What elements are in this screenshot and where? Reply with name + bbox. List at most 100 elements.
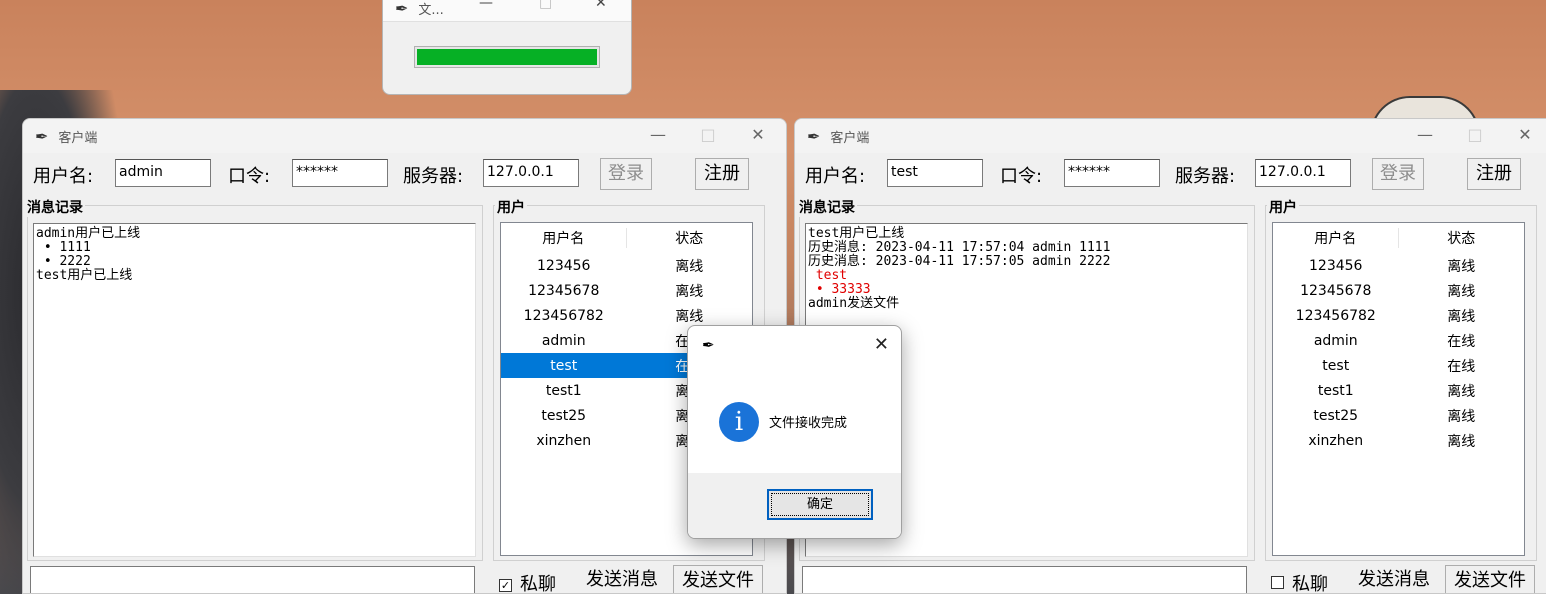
window-title: 客户端: [830, 130, 870, 146]
user-table[interactable]: 用户名状态 123456 离线 12345678 离线 123456782 离线 admin 在…: [1272, 222, 1525, 556]
column-header-name[interactable]: 用户名: [1273, 228, 1399, 248]
table-row[interactable]: 12345678 离线: [1273, 278, 1524, 303]
maximize-icon[interactable]: □: [539, 0, 552, 11]
client-window-test: ✒ 客户端 — □ ✕ 用户名: test 口令: ****** 服务器: 12…: [794, 118, 1546, 594]
server-field[interactable]: 127.0.0.1: [483, 159, 579, 187]
message-line: 历史消息: 2023-04-11 17:57:05 admin 2222: [808, 254, 1111, 269]
feather-icon: ✒: [35, 126, 49, 146]
server-label: 服务器:: [1175, 166, 1236, 187]
message-line: • 33333: [808, 282, 871, 297]
username-field[interactable]: admin: [115, 159, 211, 187]
table-row[interactable]: test 在线: [1273, 353, 1524, 378]
column-header-status[interactable]: 状态: [627, 228, 753, 248]
message-log[interactable]: admin用户已上线 • 1111 • 2222 test用户已上线: [33, 223, 476, 557]
table-row[interactable]: admin 在线: [1273, 328, 1524, 353]
server-field[interactable]: 127.0.0.1: [1255, 159, 1351, 187]
client-window-admin: ✒ 客户端 — □ ✕ 用户名: admin 口令: ****** 服务器: 1…: [22, 118, 787, 594]
user-name-cell: test25: [1313, 407, 1359, 424]
dialog-message: 文件接收完成: [769, 416, 848, 431]
message-input[interactable]: [802, 566, 1247, 593]
user-name-cell: test1: [1317, 382, 1354, 399]
password-label: 口令:: [1000, 166, 1043, 187]
user-status-cell: 离线: [1447, 258, 1476, 275]
user-status-cell: 离线: [675, 258, 704, 275]
message-line: • 1111: [36, 240, 91, 255]
table-row[interactable]: 123456 离线: [1273, 253, 1524, 278]
send-file-button[interactable]: 发送文件: [673, 565, 763, 593]
column-header-name[interactable]: 用户名: [501, 228, 627, 248]
message-group-label: 消息记录: [797, 197, 857, 217]
send-file-button[interactable]: 发送文件: [1445, 565, 1535, 593]
progress-fill: [417, 49, 597, 65]
user-group-label: 用户: [1267, 197, 1299, 217]
username-label: 用户名:: [805, 166, 866, 187]
minimize-icon[interactable]: —: [638, 125, 678, 144]
minimize-icon[interactable]: —: [479, 0, 493, 11]
register-button[interactable]: 注册: [695, 158, 749, 190]
user-name-cell: test: [550, 357, 578, 374]
progress-title: 文...: [418, 2, 444, 18]
message-line: • 2222: [36, 254, 91, 269]
checkbox-icon: [1271, 576, 1284, 589]
ok-button[interactable]: 确定: [767, 489, 873, 520]
feather-icon: ✒: [702, 336, 715, 354]
table-row[interactable]: 123456782 离线: [1273, 303, 1524, 328]
close-icon[interactable]: ✕: [1505, 125, 1545, 144]
user-group-label: 用户: [495, 197, 527, 217]
password-field[interactable]: ******: [1064, 159, 1160, 187]
login-row: 用户名: admin 口令: ****** 服务器: 127.0.0.1 登录 …: [23, 158, 786, 190]
user-name-cell: 123456782: [1295, 307, 1376, 324]
login-button[interactable]: 登录: [1372, 158, 1424, 190]
user-status-cell: 离线: [1447, 308, 1476, 325]
table-row[interactable]: xinzhen 离线: [1273, 428, 1524, 453]
server-label: 服务器:: [403, 166, 464, 187]
dialog-footer: 确定: [688, 473, 901, 538]
feather-icon: ✒: [395, 0, 409, 18]
user-name-cell: test25: [541, 407, 587, 424]
info-icon: i: [719, 402, 759, 442]
progress-window: ✒ 文... — □ ✕: [382, 0, 632, 95]
user-status-cell: 离线: [1447, 408, 1476, 425]
table-row[interactable]: test25 离线: [1273, 403, 1524, 428]
table-header: 用户名 状态: [1273, 223, 1524, 253]
progress-titlebar: ✒ 文... — □ ✕: [383, 0, 631, 22]
username-field[interactable]: test: [887, 159, 983, 187]
register-button[interactable]: 注册: [1467, 158, 1521, 190]
info-dialog: ✒ ✕ i 文件接收完成 确定: [687, 325, 902, 539]
user-name-cell: 123456: [537, 257, 591, 274]
maximize-icon[interactable]: □: [1455, 125, 1495, 144]
column-header-status[interactable]: 状态: [1399, 228, 1525, 248]
user-name-cell: admin: [1313, 332, 1358, 349]
password-label: 口令:: [228, 166, 271, 187]
password-field[interactable]: ******: [292, 159, 388, 187]
maximize-icon[interactable]: □: [688, 125, 728, 144]
feather-icon: ✒: [807, 126, 821, 146]
user-name-cell: test1: [545, 382, 582, 399]
login-button[interactable]: 登录: [600, 158, 652, 190]
user-name-cell: test: [1322, 357, 1350, 374]
minimize-icon[interactable]: —: [1405, 125, 1445, 144]
close-icon[interactable]: ✕: [595, 0, 607, 11]
progress-bar: [414, 46, 600, 68]
user-name-cell: xinzhen: [536, 432, 592, 449]
message-line: test用户已上线: [808, 226, 905, 241]
send-message-button[interactable]: 发送消息: [577, 565, 667, 593]
message-line: test: [808, 268, 848, 283]
send-message-button[interactable]: 发送消息: [1349, 565, 1439, 593]
user-status-cell: 离线: [1447, 283, 1476, 300]
private-chat-checkbox[interactable]: ✓ 私聊: [499, 570, 556, 594]
user-name-cell: 123456: [1309, 257, 1363, 274]
message-input[interactable]: [30, 566, 475, 593]
table-row[interactable]: 123456 离线: [501, 253, 752, 278]
user-name-cell: 123456782: [523, 307, 604, 324]
user-name-cell: 12345678: [528, 282, 600, 299]
user-status-cell: 在线: [1447, 333, 1476, 350]
login-row: 用户名: test 口令: ****** 服务器: 127.0.0.1 登录 注…: [795, 158, 1546, 190]
close-icon[interactable]: ✕: [738, 125, 778, 144]
table-row[interactable]: test1 离线: [1273, 378, 1524, 403]
table-row[interactable]: 12345678 离线: [501, 278, 752, 303]
private-chat-checkbox[interactable]: 私聊: [1271, 570, 1328, 593]
close-icon[interactable]: ✕: [874, 334, 889, 355]
private-chat-label: 私聊: [520, 574, 556, 594]
message-line: admin用户已上线: [36, 226, 141, 241]
